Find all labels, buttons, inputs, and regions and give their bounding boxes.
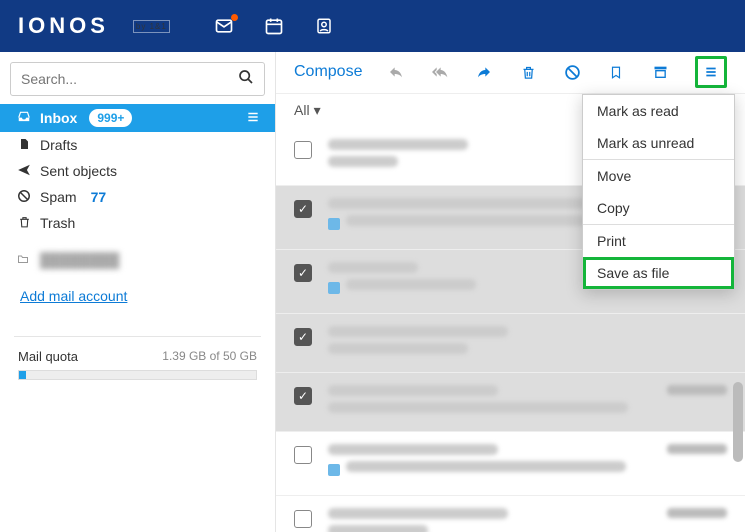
spam-count: 77 (91, 189, 107, 205)
divider (14, 336, 261, 337)
folder-inbox[interactable]: Inbox 999+ (0, 104, 275, 132)
mail-icon[interactable] (214, 16, 234, 36)
message-row[interactable] (276, 496, 745, 532)
folder-label-blurred: ████████ (40, 252, 119, 268)
message-row[interactable] (276, 432, 745, 496)
folder-drafts[interactable]: Drafts (0, 132, 275, 158)
folder-icon (16, 252, 30, 268)
menu-save-as-file[interactable]: Save as file (583, 257, 734, 289)
bookmark-icon[interactable] (607, 63, 625, 81)
checkbox[interactable]: ✓ (294, 328, 312, 346)
folder-label: Inbox (40, 110, 77, 126)
message-row[interactable]: ✓ (276, 373, 745, 432)
folder-label: Drafts (40, 137, 77, 153)
folder-label: Spam (40, 189, 77, 205)
reply-all-icon[interactable] (431, 63, 449, 81)
quota-label: Mail quota (18, 349, 78, 364)
quota-text: 1.39 GB of 50 GB (162, 349, 257, 364)
archive-icon[interactable] (651, 63, 669, 81)
calendar-icon[interactable] (264, 16, 284, 36)
checkbox[interactable]: ✓ (294, 387, 312, 405)
block-icon[interactable] (563, 63, 581, 81)
menu-move[interactable]: Move (583, 160, 734, 192)
top-bar: IONOS by 1&1 (0, 0, 745, 52)
menu-print[interactable]: Print (583, 225, 734, 257)
menu-mark-unread[interactable]: Mark as unread (583, 127, 734, 159)
inbox-icon (16, 110, 32, 127)
add-mail-account-link[interactable]: Add mail account (0, 274, 275, 318)
quota-bar (18, 370, 257, 380)
folder-menu-icon[interactable] (245, 110, 261, 127)
search-input[interactable] (21, 71, 238, 87)
folder-custom[interactable]: ████████ (0, 246, 275, 274)
logo-subtext: by 1&1 (133, 20, 170, 33)
chevron-down-icon: ▾ (314, 102, 321, 119)
folder-trash[interactable]: Trash (0, 210, 275, 236)
mail-quota: Mail quota 1.39 GB of 50 GB (0, 345, 275, 384)
search-icon[interactable] (238, 69, 254, 90)
delete-icon[interactable] (519, 63, 537, 81)
content-pane: Compose All ▾ (276, 52, 745, 532)
trash-icon (16, 215, 32, 232)
checkbox[interactable] (294, 510, 312, 528)
checkbox[interactable]: ✓ (294, 200, 312, 218)
contacts-icon[interactable] (314, 16, 334, 36)
menu-copy[interactable]: Copy (583, 192, 734, 224)
filter-label: All (294, 102, 310, 118)
search-field[interactable] (10, 62, 265, 96)
toolbar: Compose (276, 52, 745, 94)
folder-label: Sent objects (40, 163, 117, 179)
folder-sent[interactable]: Sent objects (0, 158, 275, 184)
compose-button[interactable]: Compose (294, 63, 362, 81)
folder-spam[interactable]: Spam 77 (0, 184, 275, 210)
folder-label: Trash (40, 215, 75, 231)
checkbox[interactable]: ✓ (294, 264, 312, 282)
checkbox[interactable] (294, 141, 312, 159)
logo-text: IONOS (18, 13, 109, 39)
checkbox[interactable] (294, 446, 312, 464)
menu-mark-read[interactable]: Mark as read (583, 95, 734, 127)
sent-icon (16, 163, 32, 180)
actions-dropdown: Mark as read Mark as unread Move Copy Pr… (582, 94, 735, 290)
sidebar: Inbox 999+ Drafts Sent objects (0, 52, 276, 532)
notification-dot (231, 14, 238, 21)
inbox-badge: 999+ (89, 109, 132, 127)
more-menu-button[interactable] (695, 56, 727, 88)
logo: IONOS (18, 13, 109, 39)
forward-icon[interactable] (475, 63, 493, 81)
spam-icon (16, 189, 32, 206)
drafts-icon (16, 137, 32, 154)
scrollbar-thumb[interactable] (733, 382, 743, 462)
reply-icon[interactable] (387, 63, 405, 81)
message-row[interactable]: ✓ (276, 314, 745, 373)
